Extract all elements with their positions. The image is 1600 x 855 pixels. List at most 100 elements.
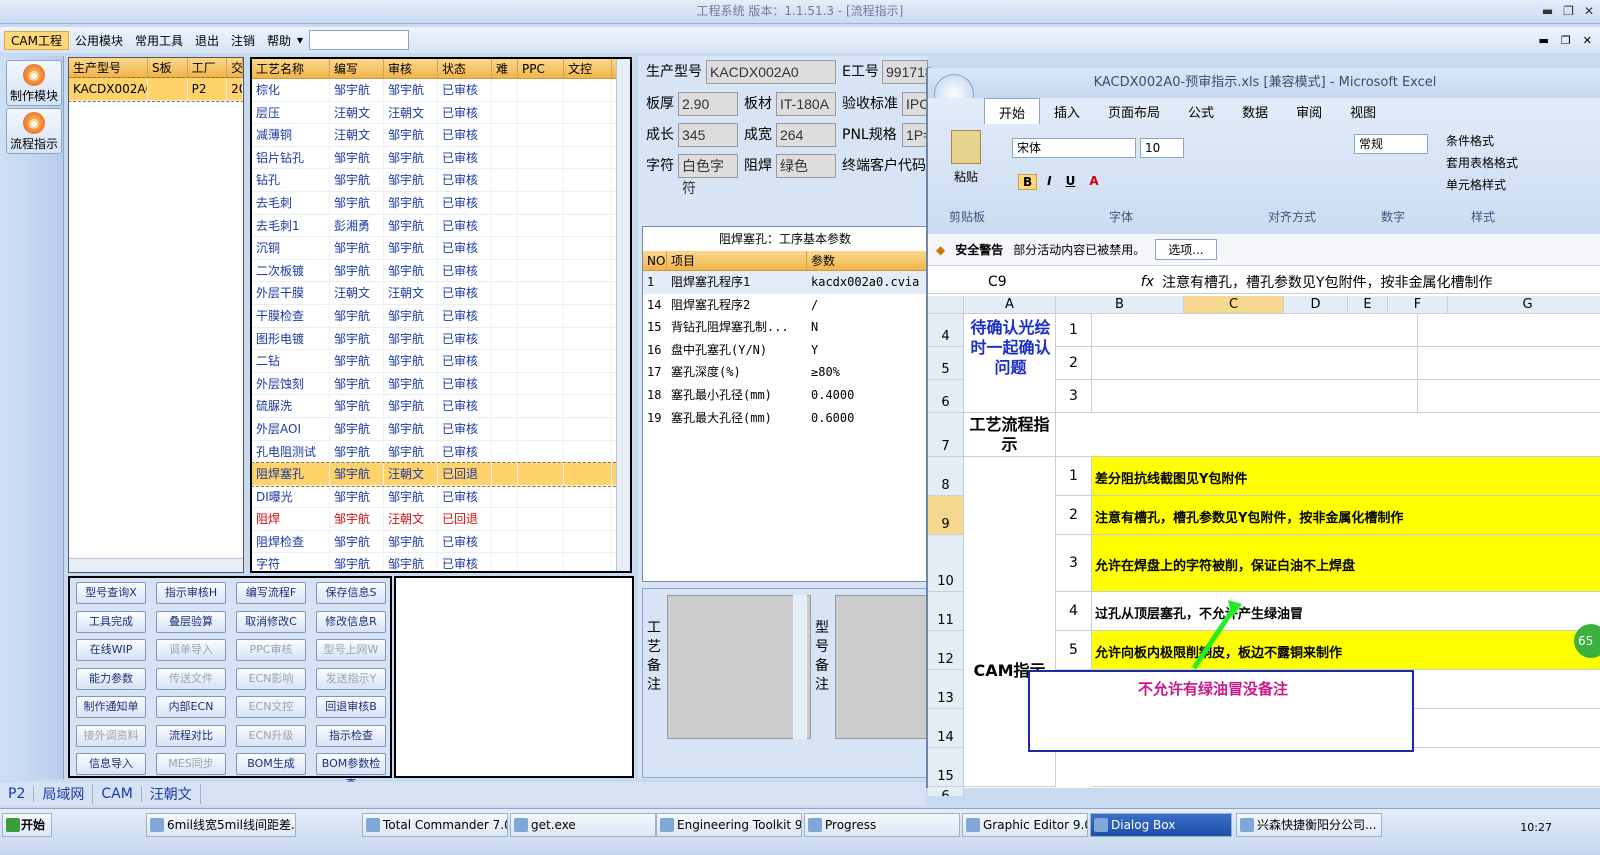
menu-exit[interactable]: 退出: [189, 32, 225, 49]
action-button[interactable]: ECN文控: [236, 696, 306, 718]
action-button[interactable]: 编写流程F: [236, 582, 306, 604]
taskbar-item[interactable]: Graphic Editor 9.07b2 ...: [962, 813, 1088, 837]
table-row[interactable]: 外层蚀刻 邹宇航 邹宇航 已审核: [252, 372, 630, 396]
taskbar-item[interactable]: Total Commander 7.0 ...: [362, 813, 508, 837]
field-width[interactable]: 264: [776, 123, 836, 147]
action-button[interactable]: 指示审核H: [156, 582, 226, 604]
param-row[interactable]: 16 盘中孔塞孔(Y/N) Y: [643, 338, 927, 362]
table-row[interactable]: 阻焊 邹宇航 汪朝文 已回退: [252, 508, 630, 531]
table-row[interactable]: 去毛刺1 彭湘勇 邹宇航 已审核: [252, 214, 630, 238]
table-row[interactable]: 阻焊塞孔 邹宇航 汪朝文 已回退: [252, 462, 630, 487]
close-icon[interactable]: ✕: [1584, 4, 1594, 18]
taskbar-item[interactable]: get.exe: [510, 813, 656, 837]
action-button[interactable]: 制作通知单: [76, 696, 146, 718]
action-button[interactable]: 型号查询X: [76, 582, 146, 604]
menu-public[interactable]: 公用模块: [69, 32, 129, 49]
table-row[interactable]: 钻孔 邹宇航 邹宇航 已审核: [252, 169, 630, 192]
conditional-format-button[interactable]: 条件格式: [1446, 130, 1518, 152]
action-button[interactable]: 流程对比: [156, 724, 226, 747]
param-row[interactable]: 1 阻焊塞孔程序1 kacdx002a0.cvia: [643, 271, 927, 294]
action-button[interactable]: 回退审核B: [316, 696, 386, 718]
action-button[interactable]: 信息导入: [76, 753, 146, 775]
ribbon-tab[interactable]: 数据: [1228, 98, 1282, 124]
table-row[interactable]: 干膜检查 邹宇航 邹宇航 已审核: [252, 304, 630, 328]
table-row[interactable]: DI曝光 邹宇航 邹宇航 已审核: [252, 485, 630, 509]
font-color-icon[interactable]: A: [1085, 174, 1102, 190]
action-button[interactable]: 保存信息S: [316, 582, 386, 604]
field-char[interactable]: 白色字符: [678, 154, 738, 196]
action-button[interactable]: ECN升级: [236, 724, 306, 747]
field-eno[interactable]: 991718: [882, 60, 933, 84]
col-due[interactable]: 交: [227, 58, 243, 77]
field-mask[interactable]: 绿色: [776, 154, 836, 178]
taskbar-item[interactable]: Dialog Box: [1090, 813, 1232, 837]
start-button[interactable]: 开始: [2, 813, 52, 837]
ribbon-tab[interactable]: 插入: [1040, 98, 1094, 124]
action-button[interactable]: ECN影响: [236, 667, 306, 690]
action-button[interactable]: 修改信息R: [316, 610, 386, 633]
table-row[interactable]: 二次板镀 邹宇航 邹宇航 已审核: [252, 259, 630, 283]
nav-make-module[interactable]: ◉ 制作模块: [6, 60, 62, 106]
action-button[interactable]: 取消修改C: [236, 610, 306, 633]
table-row[interactable]: 沉铜 邹宇航 邹宇航 已审核: [252, 237, 630, 260]
param-row[interactable]: 14 阻焊塞孔程序2 /: [643, 293, 927, 317]
table-row[interactable]: 阻焊检查 邹宇航 邹宇航 已审核: [252, 530, 630, 554]
number-format-select[interactable]: 常规: [1354, 134, 1428, 154]
vertical-scrollbar[interactable]: [616, 59, 630, 571]
table-row[interactable]: 层压 汪朝文 汪朝文 已审核: [252, 101, 630, 125]
field-thickness[interactable]: 2.90: [678, 92, 738, 116]
param-row[interactable]: 18 塞孔最小孔径(mm) 0.4000: [643, 383, 927, 407]
col-item[interactable]: 项目: [667, 251, 807, 270]
model-remark-field[interactable]: [835, 595, 927, 739]
mdi-close-icon[interactable]: ✕: [1583, 34, 1592, 47]
col-param[interactable]: 参数: [807, 251, 927, 270]
font-name-select[interactable]: 宋体: [1012, 138, 1136, 158]
action-button[interactable]: 型号上网W: [316, 639, 386, 661]
menu-combo[interactable]: [309, 30, 410, 50]
col-doc[interactable]: 文控: [564, 59, 612, 78]
param-row[interactable]: 15 背钻孔阻焊塞孔制... N: [643, 316, 927, 339]
ribbon-tab[interactable]: 公式: [1174, 98, 1228, 124]
ribbon-tab[interactable]: 视图: [1336, 98, 1390, 124]
col-status[interactable]: 状态: [438, 59, 492, 78]
mdi-restore-icon[interactable]: ❐: [1561, 34, 1571, 47]
field-pnl[interactable]: 1P=: [902, 123, 931, 147]
minimize-icon[interactable]: ▬: [1542, 4, 1553, 18]
table-row[interactable]: 去毛刺 邹宇航 邹宇航 已审核: [252, 191, 630, 215]
action-button[interactable]: BOM参数检查: [316, 753, 386, 790]
table-row[interactable]: 图形电镀 邹宇航 邹宇航 已审核: [252, 327, 630, 351]
field-length[interactable]: 345: [678, 123, 738, 147]
col-reviewer[interactable]: 审核: [384, 59, 438, 78]
action-button[interactable]: 工具完成: [76, 610, 146, 633]
col-no[interactable]: NO: [643, 251, 667, 270]
param-row[interactable]: 19 塞孔最大孔径(mm) 0.6000: [643, 406, 927, 430]
table-row[interactable]: KACDX002A0 P2 20: [69, 77, 243, 102]
taskbar-item[interactable]: 兴森快捷衡阳分公司...: [1236, 813, 1382, 837]
menu-tools[interactable]: 常用工具: [129, 32, 189, 49]
remark-scrollbar[interactable]: [793, 595, 807, 739]
col-model[interactable]: 生产型号: [69, 58, 149, 77]
ribbon-tab[interactable]: 开始: [984, 98, 1041, 124]
action-button[interactable]: PPC审核: [236, 639, 306, 661]
action-button[interactable]: 叠层验算: [156, 610, 226, 633]
field-accept[interactable]: IPC: [902, 92, 929, 116]
mdi-minimize-icon[interactable]: ▬: [1539, 34, 1549, 47]
param-row[interactable]: 17 塞孔深度(%) ≥80%: [643, 361, 927, 384]
bold-icon[interactable]: B: [1018, 174, 1038, 190]
taskbar-item[interactable]: Progress: [804, 813, 960, 837]
ribbon-tab[interactable]: 页面布局: [1094, 98, 1174, 124]
action-button[interactable]: 内部ECN: [156, 696, 226, 718]
nav-flow-instruction[interactable]: ◉ 流程指示: [6, 108, 62, 154]
name-box[interactable]: C9: [928, 274, 1078, 290]
field-model[interactable]: KACDX002A0: [706, 60, 836, 84]
table-row[interactable]: 棕化 邹宇航 邹宇航 已审核: [252, 79, 630, 102]
paste-button[interactable]: 粘贴: [936, 130, 996, 185]
menu-help[interactable]: 帮助: [261, 32, 297, 49]
options-button[interactable]: 选项...: [1155, 239, 1217, 260]
table-row[interactable]: 二钻 邹宇航 邹宇航 已审核: [252, 350, 630, 373]
fx-icon[interactable]: fx: [1078, 274, 1162, 290]
action-button[interactable]: 在线WIP: [76, 639, 146, 661]
action-button[interactable]: MES同步: [156, 753, 226, 775]
ribbon-tab[interactable]: 审阅: [1282, 98, 1336, 124]
col-difficulty[interactable]: 难: [492, 59, 518, 78]
